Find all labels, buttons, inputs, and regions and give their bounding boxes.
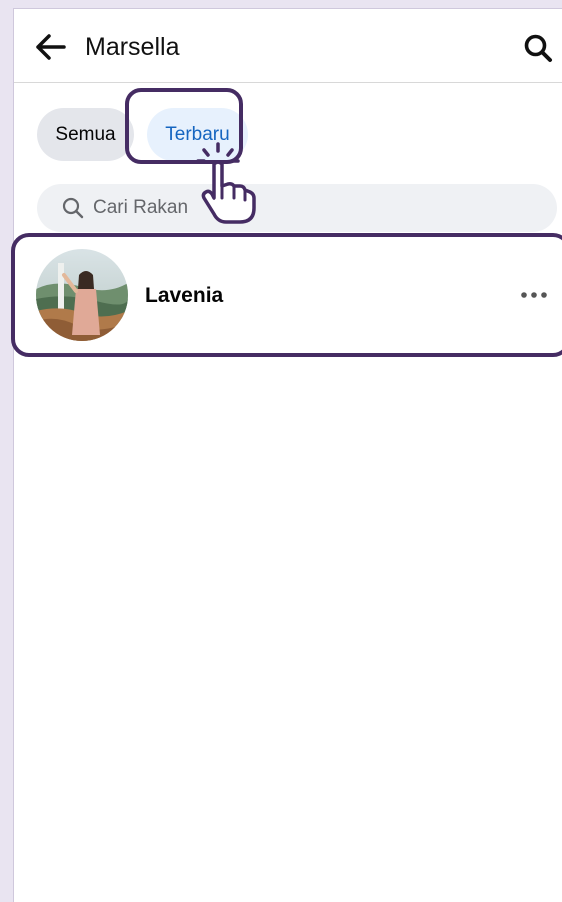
top-app-bar: Marsella [14, 9, 562, 83]
filter-chip-all[interactable]: Semua [37, 108, 134, 161]
friend-name: Lavenia [145, 284, 224, 307]
page-title: Marsella [85, 33, 180, 61]
more-horizontal-icon [521, 292, 547, 298]
friend-list-item[interactable]: Lavenia [14, 241, 562, 349]
arrow-left-icon [36, 34, 66, 60]
app-screen: Marsella Semua Terbaru Cari Rakan Laveni… [13, 8, 562, 902]
more-options-button[interactable] [514, 279, 554, 311]
search-button[interactable] [518, 28, 558, 68]
search-input[interactable] [93, 197, 493, 219]
search-friends-field[interactable] [37, 184, 557, 232]
search-icon [524, 34, 552, 62]
filter-chip-recent[interactable]: Terbaru [147, 108, 248, 161]
avatar[interactable] [36, 249, 128, 341]
back-button[interactable] [30, 27, 70, 67]
search-icon [61, 196, 85, 220]
